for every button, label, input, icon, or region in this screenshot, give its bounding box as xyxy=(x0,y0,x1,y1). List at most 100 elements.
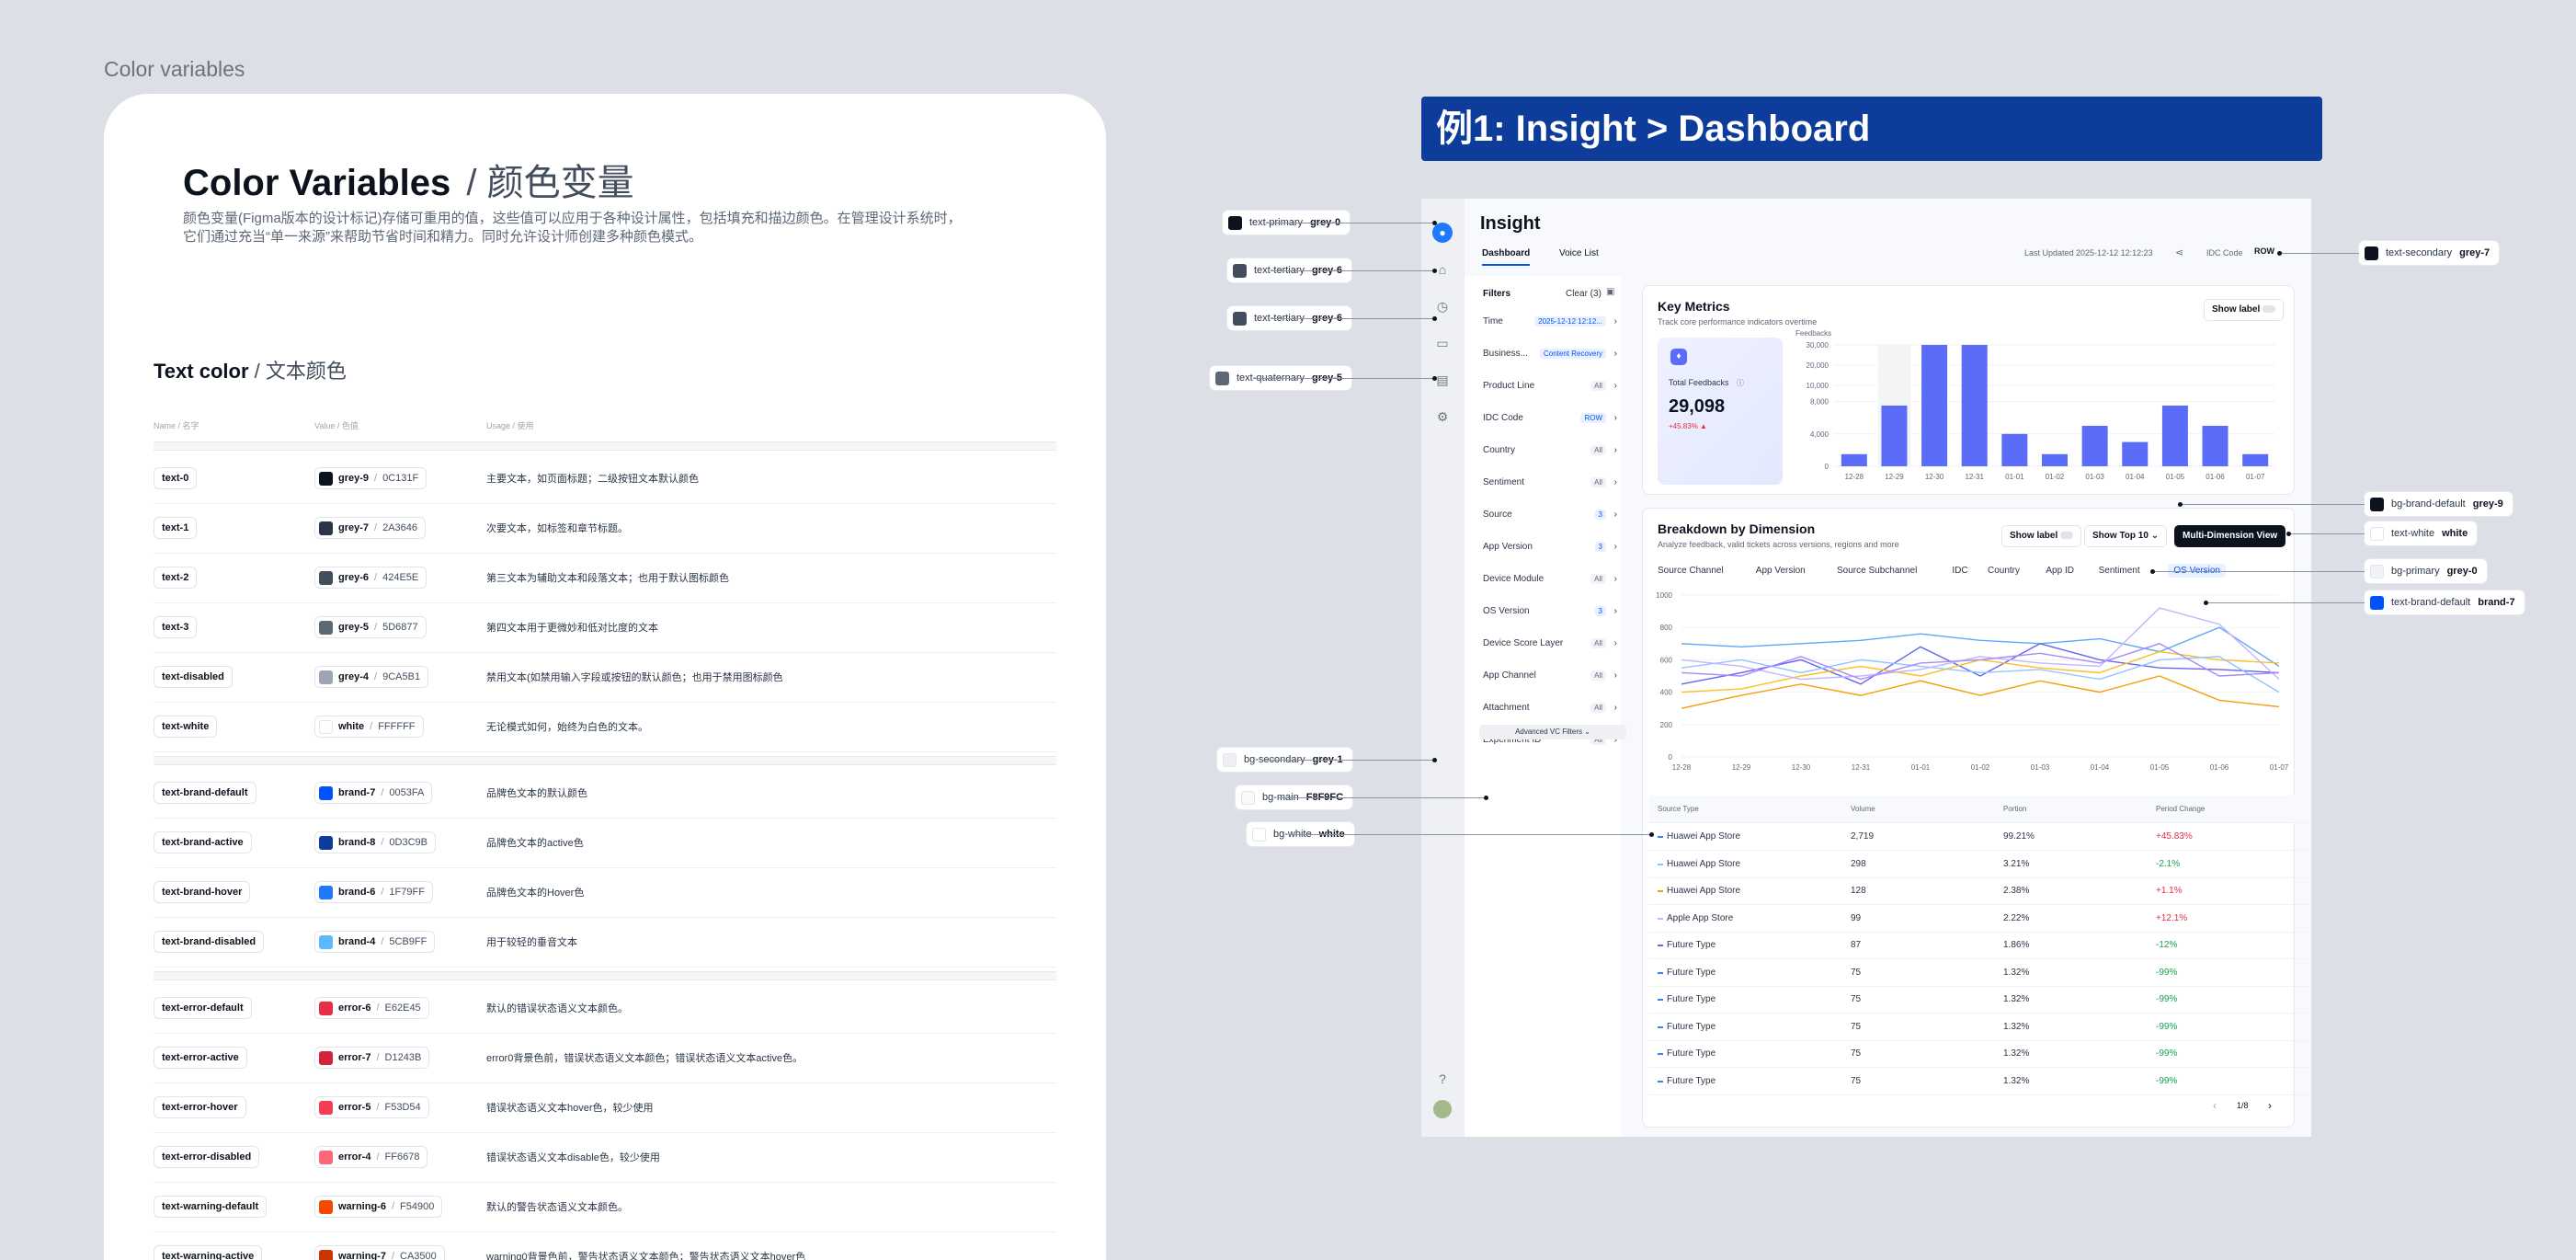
show-label-toggle[interactable]: Show label xyxy=(2204,299,2285,321)
dimension-tab[interactable]: App Version xyxy=(1756,566,1806,576)
x-tick-label: 01-03 xyxy=(2031,763,2050,770)
filter-row[interactable]: Country All › xyxy=(1483,441,1617,460)
token-name: text-error-default xyxy=(154,997,252,1019)
avatar[interactable] xyxy=(1433,1100,1452,1118)
next-page-icon[interactable]: › xyxy=(2268,1099,2272,1112)
tab-dashboard[interactable]: Dashboard xyxy=(1482,248,1531,266)
bar[interactable] xyxy=(2161,406,2188,466)
column-header[interactable]: Source Type xyxy=(1658,796,1699,823)
filter-row[interactable]: Business... Content Recovery › xyxy=(1483,345,1617,363)
table-row[interactable]: Future Type 87 1.86% -12% xyxy=(1648,932,2311,959)
period-change: +12.1% xyxy=(2156,912,2188,923)
table-row[interactable]: Huawei App Store 2,719 99.21% +45.83% xyxy=(1648,823,2311,851)
color-swatch xyxy=(2370,497,2384,511)
dimension-tab[interactable]: Source Channel xyxy=(1658,566,1724,576)
advanced-filters-button[interactable]: Advanced VC Filters ⌄ xyxy=(1479,725,1626,739)
dimension-tab[interactable]: Country xyxy=(1988,566,2020,576)
table-row[interactable]: Future Type 75 1.32% -99% xyxy=(1648,986,2311,1014)
filter-row[interactable]: OS Version 3 › xyxy=(1483,602,1617,621)
bar[interactable] xyxy=(1881,406,1908,466)
bar[interactable] xyxy=(2001,433,2028,466)
filter-row[interactable]: Time 2025-12-12 12:12... › xyxy=(1483,313,1617,331)
token-value: error-4 / FF6678 xyxy=(314,1146,428,1168)
filter-row[interactable]: App Channel All › xyxy=(1483,667,1617,685)
filter-row[interactable]: Attachment All › xyxy=(1483,699,1617,717)
filters-clear-button[interactable]: Clear (3) xyxy=(1566,289,1601,299)
total-feedbacks-card[interactable]: ♦ Total Feedbacks ⓘ 29,098 +45.83% ▲ xyxy=(1658,338,1783,485)
token-name: text-warning-active xyxy=(154,1245,263,1260)
token-value: grey-7 / 2A3646 xyxy=(314,517,427,539)
filter-row[interactable]: IDC Code ROW › xyxy=(1483,409,1617,428)
color-swatch xyxy=(319,1249,333,1260)
key-metrics-subtitle: Track core performance indicators overti… xyxy=(1658,317,1818,326)
filter-row[interactable]: Product Line All › xyxy=(1483,377,1617,395)
y-tick-label: 8,000 xyxy=(1810,398,1829,407)
bar[interactable] xyxy=(1961,345,1988,466)
token-hex: 0053FA xyxy=(389,787,425,798)
tab-voice-list[interactable]: Voice List xyxy=(1559,248,1599,258)
series-line[interactable] xyxy=(1681,643,2280,685)
table-row[interactable]: Huawei App Store 298 3.21% -2.1% xyxy=(1648,851,2311,878)
callout-value: brand-7 xyxy=(2478,597,2515,608)
filters-collapse-icon[interactable]: ▣ xyxy=(1606,287,1614,297)
filter-label: Device Score Layer xyxy=(1483,638,1564,648)
leader-line xyxy=(2178,502,2365,507)
column-header[interactable]: Volume xyxy=(1851,796,1875,823)
dashboard-screenshot: ● ⌂ ◷ ▭ ▤ ⚙ ? Insight Dashboard Voice Li… xyxy=(1421,199,2311,1137)
volume: 87 xyxy=(1851,940,1862,950)
x-tick-label: 12-31 xyxy=(1852,763,1871,770)
bar[interactable] xyxy=(2202,426,2228,466)
multi-dimension-view-button[interactable]: Multi-Dimension View xyxy=(2174,525,2286,547)
bar[interactable] xyxy=(2122,441,2149,466)
clock-icon[interactable]: ◷ xyxy=(1434,298,1451,315)
info-icon[interactable]: ⓘ xyxy=(1737,378,1744,388)
table-row[interactable]: Future Type 75 1.32% -99% xyxy=(1648,1040,2311,1068)
show-label-toggle-2[interactable]: Show label xyxy=(2001,525,2082,547)
column-header[interactable]: Portion xyxy=(2003,796,2026,823)
filter-row[interactable]: Device Module All › xyxy=(1483,570,1617,589)
table-row[interactable]: Future Type 75 1.32% -99% xyxy=(1648,1014,2311,1041)
table-row[interactable]: Apple App Store 99 2.22% +12.1% xyxy=(1648,905,2311,933)
slash: / xyxy=(374,522,378,533)
chevron-right-icon: › xyxy=(1613,574,1617,584)
series-line[interactable] xyxy=(1681,656,2280,693)
table-row[interactable]: Huawei App Store 128 2.38% +1.1% xyxy=(1648,877,2311,905)
dimension-tab[interactable]: Source Subchannel xyxy=(1837,566,1917,576)
callout-label: text-white xyxy=(2391,528,2435,539)
table-row[interactable]: Future Type 75 1.32% -99% xyxy=(1648,1068,2311,1095)
bar[interactable] xyxy=(1921,345,1948,466)
breakdown-line-chart: 0 200 400 600 800 1000 12-28 12-29 12-30 12-31 01-… xyxy=(1656,591,2289,770)
dimension-tab[interactable]: Sentiment xyxy=(2099,566,2140,576)
bar[interactable] xyxy=(2042,453,2068,466)
filter-row[interactable]: App Version 3 › xyxy=(1483,538,1617,556)
slash: / xyxy=(391,1201,395,1212)
folder-icon[interactable]: ▭ xyxy=(1434,335,1451,351)
gear-icon[interactable]: ⚙ xyxy=(1434,408,1451,425)
color-swatch xyxy=(319,835,333,850)
help-icon[interactable]: ? xyxy=(1434,1071,1451,1087)
dimension-tab[interactable]: IDC xyxy=(1952,566,1967,576)
bar[interactable] xyxy=(1841,453,1867,466)
prev-page-icon[interactable]: ‹ xyxy=(2213,1099,2217,1112)
dimension-tab[interactable]: App ID xyxy=(2046,566,2074,576)
filter-row[interactable]: Source 3 › xyxy=(1483,506,1617,524)
slash: / xyxy=(381,887,384,898)
leader-line xyxy=(1253,376,1437,381)
share-icon[interactable]: ⋖ xyxy=(2175,246,2183,258)
filter-row[interactable]: Device Score Layer All › xyxy=(1483,635,1617,653)
slash: / xyxy=(374,572,378,583)
callout-text-brand-default: text-brand-default brand-7 xyxy=(2365,590,2525,614)
y-tick-label: 1000 xyxy=(1656,591,1672,600)
token-hex: 5CB9FF xyxy=(389,936,427,947)
table-row[interactable]: Future Type 75 1.32% -99% xyxy=(1648,959,2311,987)
bar[interactable] xyxy=(2081,426,2108,466)
breakdown-panel: Breakdown by Dimension Analyze feedback,… xyxy=(1642,508,2311,1128)
series-line[interactable] xyxy=(1681,643,2280,681)
period-change: -99% xyxy=(2156,967,2178,978)
token-value: error-7 / D1243B xyxy=(314,1047,430,1069)
bar[interactable] xyxy=(2242,453,2269,466)
column-header[interactable]: Period Change xyxy=(2156,796,2205,823)
show-top-select[interactable]: Show Top 10 ⌄ xyxy=(2084,525,2168,547)
filter-row[interactable]: Sentiment All › xyxy=(1483,474,1617,492)
document-icon[interactable]: ▤ xyxy=(1434,372,1451,388)
